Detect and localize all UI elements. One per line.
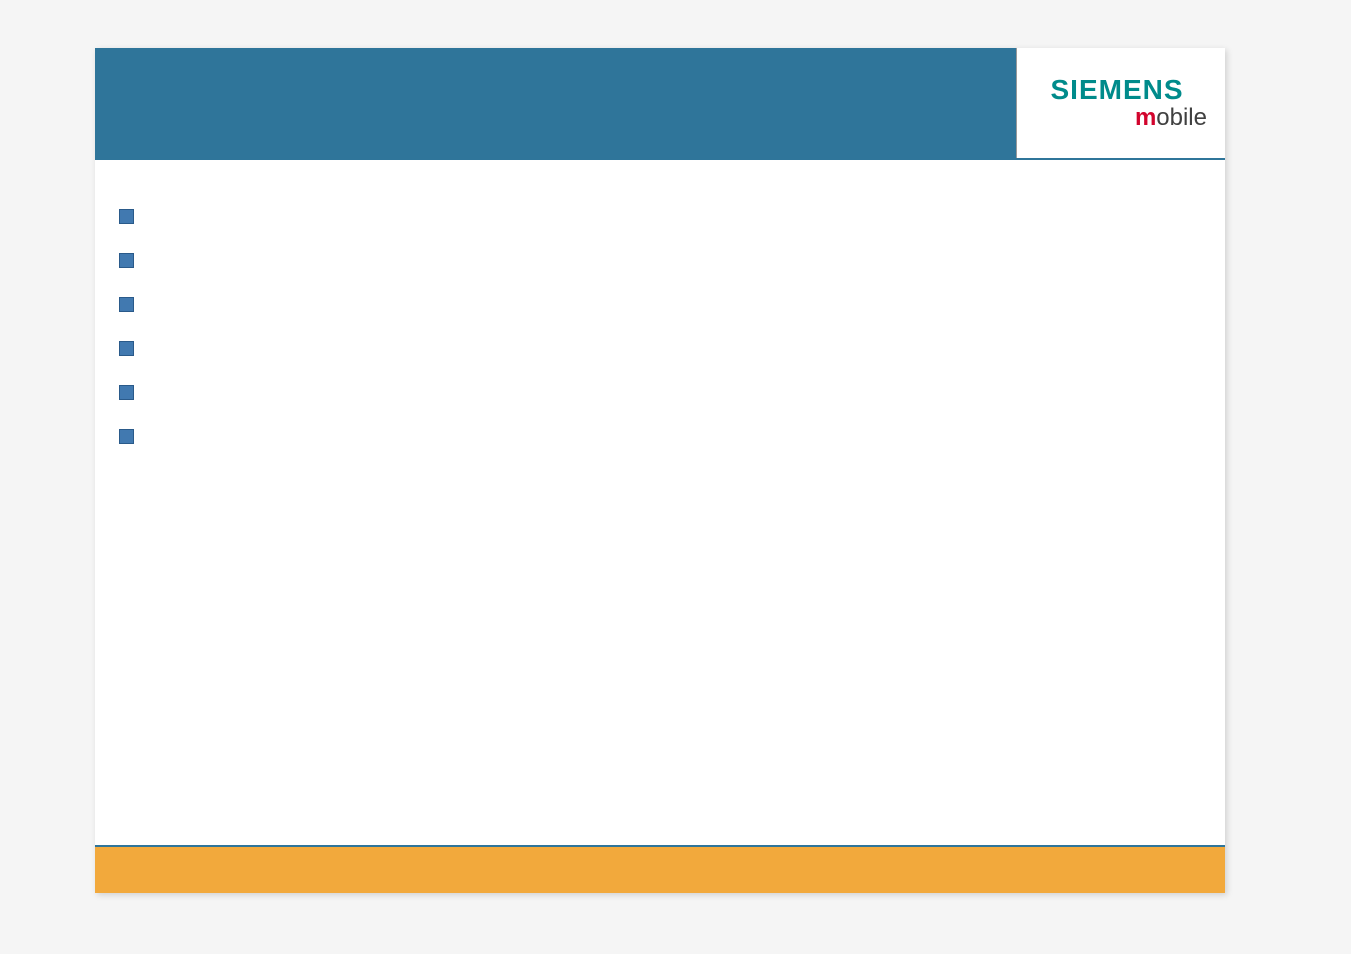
bullet-item: [119, 384, 1201, 400]
logo-siemens-text: SIEMENS: [1050, 76, 1183, 104]
bullet-square-icon: [119, 385, 134, 400]
bullet-square-icon: [119, 429, 134, 444]
bullet-square-icon: [119, 297, 134, 312]
logo-m-letter: m: [1135, 104, 1156, 131]
bullet-item: [119, 340, 1201, 356]
slide-header: SIEMENS mobile: [95, 48, 1225, 158]
bullet-item: [119, 252, 1201, 268]
bullet-item: [119, 296, 1201, 312]
header-underline: [95, 158, 1225, 160]
header-teal-bar: [95, 48, 1017, 158]
bullet-square-icon: [119, 341, 134, 356]
bullet-item: [119, 208, 1201, 224]
slide-content: [95, 158, 1225, 444]
slide-footer-bar: [95, 845, 1225, 893]
logo-obile-text: obile: [1156, 104, 1207, 131]
bullet-square-icon: [119, 209, 134, 224]
logo-container: SIEMENS mobile: [1017, 48, 1225, 158]
bullet-item: [119, 428, 1201, 444]
bullet-square-icon: [119, 253, 134, 268]
slide-container: SIEMENS mobile: [95, 48, 1225, 893]
logo-mobile-text: mobile: [1135, 106, 1207, 130]
